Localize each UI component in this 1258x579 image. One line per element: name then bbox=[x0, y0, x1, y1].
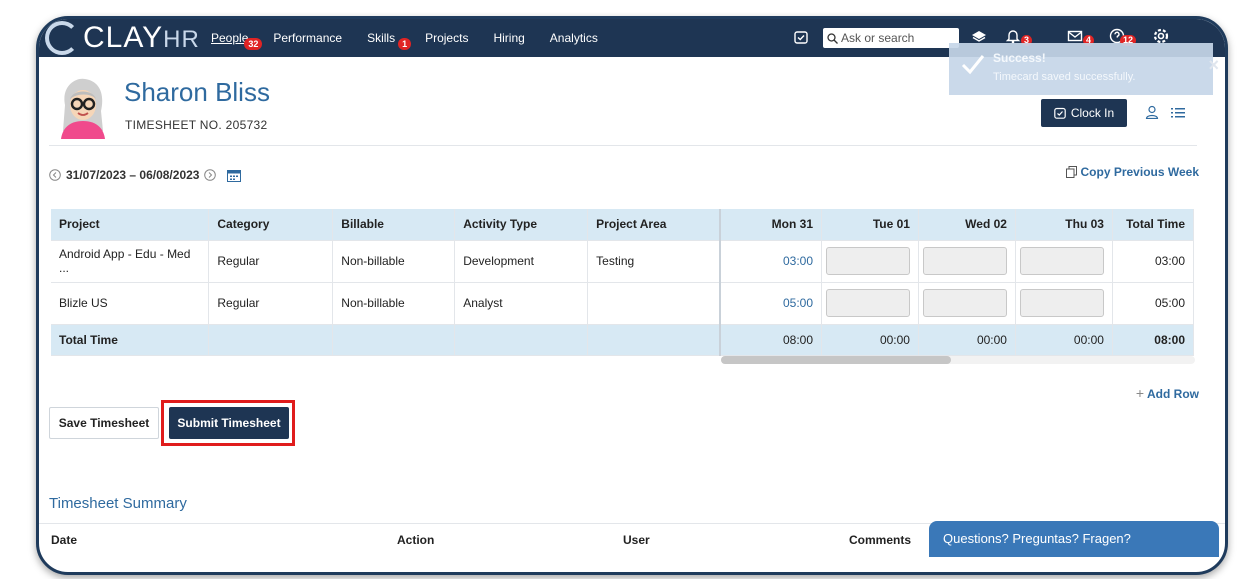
people-badge: 32 bbox=[244, 38, 263, 50]
project-cell[interactable]: Android App - Edu - Med ... bbox=[51, 240, 210, 283]
chevron-left-icon[interactable] bbox=[49, 169, 61, 181]
activity-cell[interactable]: Development bbox=[454, 240, 589, 283]
time-input-wed[interactable] bbox=[922, 289, 1007, 317]
summary-col-user: User bbox=[623, 533, 650, 547]
summary-title: Timesheet Summary bbox=[49, 495, 187, 512]
category-cell[interactable]: Regular bbox=[208, 282, 334, 325]
summary-col-action: Action bbox=[397, 533, 435, 547]
time-clock-icon[interactable] bbox=[794, 30, 808, 44]
row-total: 03:00 bbox=[1112, 240, 1195, 283]
header-divider bbox=[49, 145, 1197, 146]
nav-hiring[interactable]: Hiring bbox=[493, 31, 524, 45]
col-header[interactable]: Category bbox=[208, 209, 334, 241]
copy-icon bbox=[1065, 166, 1077, 178]
app-frame: CLAYHR People 32 Performance Skills 1 Pr… bbox=[36, 16, 1228, 575]
time-input-thu[interactable] bbox=[1019, 289, 1104, 317]
search-icon bbox=[827, 32, 838, 44]
save-timesheet-button[interactable]: Save Timesheet bbox=[49, 407, 159, 439]
total-tue: 00:00 bbox=[821, 324, 919, 356]
toast-title: Success! bbox=[993, 51, 1046, 65]
total-label: Total Time bbox=[51, 324, 210, 356]
add-row-link[interactable]: + Add Row bbox=[1136, 385, 1199, 401]
date-range-text: 31/07/2023 – 06/08/2023 bbox=[66, 168, 200, 182]
col-header[interactable]: Wed 02 bbox=[918, 209, 1016, 241]
employee-name: Sharon Bliss bbox=[124, 77, 270, 107]
table-row: Blizle US Regular Non-billable Analyst 0… bbox=[51, 282, 1195, 325]
row-total: 05:00 bbox=[1112, 282, 1195, 325]
check-icon bbox=[961, 55, 985, 75]
horizontal-scrollbar[interactable] bbox=[721, 356, 951, 364]
billable-cell[interactable]: Non-billable bbox=[332, 282, 456, 325]
col-header[interactable]: Total Time bbox=[1112, 209, 1195, 241]
total-row: Total Time 08:00 00:00 00:00 00:00 08:00 bbox=[51, 324, 1195, 356]
clock-icon bbox=[1054, 107, 1066, 119]
col-header[interactable]: Billable bbox=[332, 209, 456, 241]
time-entry-mon[interactable]: 05:00 bbox=[718, 282, 822, 325]
logo-main: CLAY bbox=[83, 21, 164, 54]
time-entry-mon[interactable]: 03:00 bbox=[718, 240, 822, 283]
toast-message: Timecard saved successfully. bbox=[993, 71, 1136, 83]
nav-analytics[interactable]: Analytics bbox=[550, 31, 598, 45]
col-header[interactable]: Project bbox=[51, 209, 210, 241]
logo-sub: HR bbox=[163, 26, 200, 53]
calendar-icon[interactable] bbox=[227, 169, 242, 182]
logo-mark-icon bbox=[45, 21, 79, 55]
clayhr-logo[interactable]: CLAYHR bbox=[45, 21, 200, 55]
success-toast: Success! Timecard saved successfully. × bbox=[949, 43, 1219, 95]
chevron-right-icon[interactable] bbox=[204, 169, 217, 181]
area-cell[interactable]: Testing bbox=[587, 240, 721, 283]
global-search[interactable] bbox=[823, 28, 959, 48]
table-header-row: Project Category Billable Activity Type … bbox=[51, 209, 1195, 241]
skills-badge: 1 bbox=[398, 38, 412, 50]
timesheet-table: Project Category Billable Activity Type … bbox=[51, 209, 1195, 356]
highlight-box bbox=[161, 400, 295, 446]
timesheet-number: TIMESHEET NO. 205732 bbox=[125, 118, 268, 132]
project-cell[interactable]: Blizle US bbox=[51, 282, 210, 325]
nav-projects[interactable]: Projects bbox=[425, 31, 468, 45]
table-row: Android App - Edu - Med ... Regular Non-… bbox=[51, 240, 1195, 283]
time-input-tue[interactable] bbox=[826, 247, 910, 275]
category-cell[interactable]: Regular bbox=[208, 240, 334, 283]
total-wed: 00:00 bbox=[918, 324, 1016, 356]
copy-previous-week-link[interactable]: Copy Previous Week bbox=[1065, 165, 1199, 179]
col-header[interactable]: Activity Type bbox=[454, 209, 589, 241]
col-header[interactable]: Tue 01 bbox=[821, 209, 919, 241]
activity-cell[interactable]: Analyst bbox=[454, 282, 589, 325]
total-thu: 00:00 bbox=[1015, 324, 1113, 356]
billable-cell[interactable]: Non-billable bbox=[332, 240, 456, 283]
total-mon: 08:00 bbox=[718, 324, 822, 356]
list-icon[interactable] bbox=[1171, 107, 1185, 119]
user-icon[interactable] bbox=[1145, 105, 1159, 119]
summary-col-comments: Comments bbox=[849, 533, 912, 547]
clock-in-button[interactable]: Clock In bbox=[1041, 99, 1127, 127]
col-header[interactable]: Thu 03 bbox=[1015, 209, 1113, 241]
col-header[interactable]: Project Area bbox=[587, 209, 721, 241]
col-header[interactable]: Mon 31 bbox=[718, 209, 822, 241]
search-input[interactable] bbox=[841, 31, 951, 45]
nav-people[interactable]: People 32 bbox=[211, 31, 263, 50]
close-icon[interactable]: × bbox=[1208, 55, 1219, 76]
time-input-wed[interactable] bbox=[922, 247, 1007, 275]
plus-icon: + bbox=[1135, 385, 1145, 401]
area-cell[interactable] bbox=[587, 282, 721, 325]
main-menu: People 32 Performance Skills 1 Projects … bbox=[211, 19, 623, 57]
help-chat-widget[interactable]: Questions? Preguntas? Fragen? bbox=[929, 521, 1219, 557]
date-range: 31/07/2023 – 06/08/2023 bbox=[49, 168, 242, 182]
time-input-thu[interactable] bbox=[1019, 247, 1104, 275]
grand-total: 08:00 bbox=[1112, 324, 1195, 356]
nav-skills[interactable]: Skills 1 bbox=[367, 31, 412, 50]
time-input-tue[interactable] bbox=[826, 289, 910, 317]
avatar bbox=[61, 78, 105, 139]
summary-col-date: Date bbox=[51, 533, 78, 547]
nav-performance[interactable]: Performance bbox=[273, 31, 342, 45]
